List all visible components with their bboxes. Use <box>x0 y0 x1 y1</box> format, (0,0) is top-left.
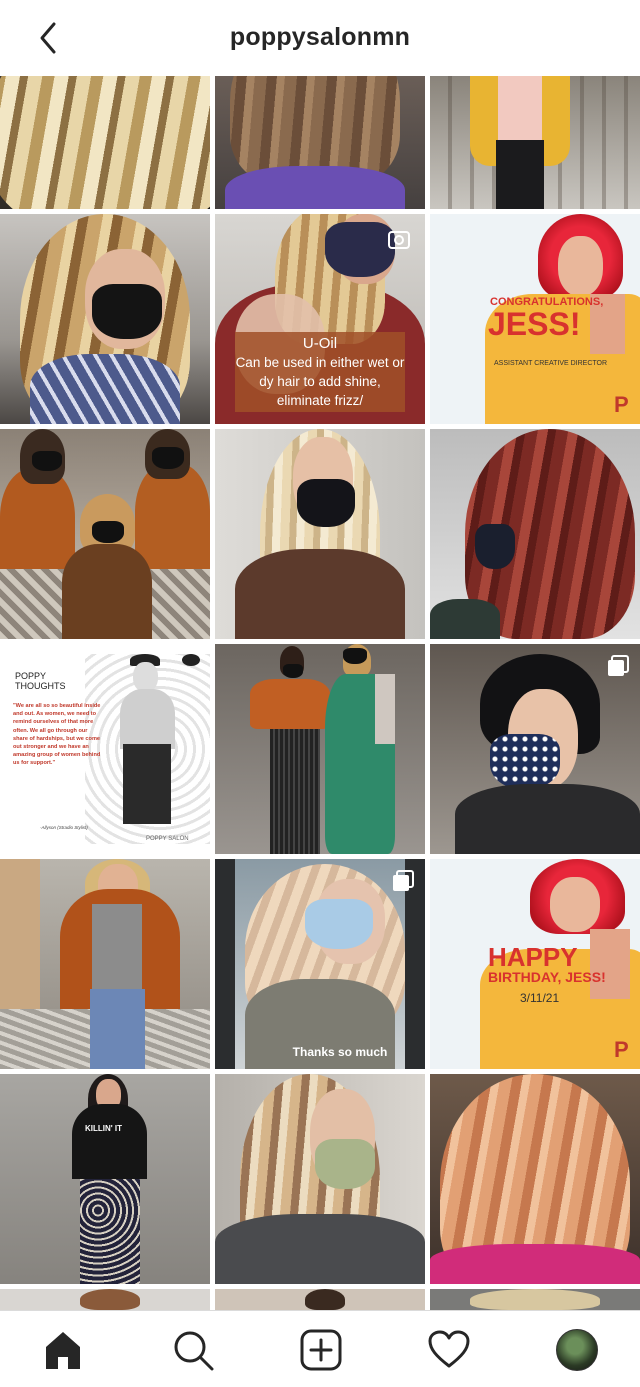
activity-heart-icon[interactable] <box>428 1329 470 1371</box>
poppy-thoughts-heading-1: POPPY <box>15 671 47 681</box>
shirt-text: KILLIN' IT <box>85 1124 123 1133</box>
video-caption: U-Oil Can be used in either wet or dy ha… <box>235 332 405 412</box>
post-tile-3[interactable] <box>430 76 640 209</box>
post-tile-9[interactable] <box>430 429 640 639</box>
post-tile-16[interactable]: KILLIN' IT <box>0 1074 210 1284</box>
post-tile-14[interactable]: Thanks so much <box>215 859 425 1069</box>
post-tile-17[interactable] <box>215 1074 425 1284</box>
post-tile-7[interactable] <box>0 429 210 639</box>
home-icon[interactable] <box>42 1329 84 1371</box>
selfie-caption: Thanks so much <box>292 1045 388 1059</box>
new-post-icon[interactable] <box>300 1329 342 1371</box>
post-tile-21[interactable] <box>430 1289 640 1310</box>
post-tile-19[interactable] <box>0 1289 210 1310</box>
bottom-nav <box>0 1310 640 1387</box>
post-tile-20[interactable] <box>215 1289 425 1310</box>
congrats-line-2: JESS! <box>488 306 581 342</box>
profile-avatar[interactable] <box>556 1329 598 1371</box>
carousel-icon <box>393 870 414 891</box>
poppy-salon-footer: POPPY SALON <box>146 836 189 842</box>
post-tile-15[interactable]: HAPPY BIRTHDAY, JESS! 3/11/21 P <box>430 859 640 1069</box>
poppy-logo: P <box>614 392 629 417</box>
post-tile-18[interactable] <box>430 1074 640 1284</box>
post-tile-10[interactable]: POPPY THOUGHTS "We are all so so beautif… <box>0 644 210 854</box>
post-tile-4[interactable] <box>0 214 210 424</box>
congrats-subtitle: ASSISTANT CREATIVE DIRECTOR <box>494 360 608 367</box>
poppy-logo: P <box>614 1037 629 1062</box>
post-grid: U-Oil Can be used in either wet or dy ha… <box>0 76 640 1310</box>
birthday-line-2: BIRTHDAY, JESS! <box>488 969 606 985</box>
top-bar: poppysalonmn <box>0 0 640 76</box>
post-tile-6[interactable]: CONGRATULATIONS, JESS! ASSISTANT CREATIV… <box>430 214 640 424</box>
birthday-date: 3/11/21 <box>520 991 560 1005</box>
poppy-thoughts-signature: -Allyson (Stradio Stylist) <box>40 825 88 830</box>
video-caption-title: U-Oil <box>302 335 338 352</box>
post-tile-8[interactable] <box>215 429 425 639</box>
post-tile-13[interactable] <box>0 859 210 1069</box>
video-caption-text: Can be used in either wet or dy hair to … <box>235 355 405 408</box>
post-tile-12[interactable] <box>430 644 640 854</box>
post-tile-11[interactable] <box>215 644 425 854</box>
post-tile-2[interactable] <box>215 76 425 209</box>
page-title: poppysalonmn <box>229 23 411 51</box>
search-icon[interactable] <box>172 1329 214 1371</box>
carousel-icon <box>608 655 629 676</box>
post-tile-5[interactable]: U-Oil Can be used in either wet or dy ha… <box>215 214 425 424</box>
video-reel-icon <box>388 231 410 249</box>
poppy-thoughts-heading-2: THOUGHTS <box>15 681 66 691</box>
post-tile-1[interactable] <box>0 76 210 209</box>
poppy-thoughts-quote: "We are all so so beautiful inside and o… <box>13 703 101 767</box>
